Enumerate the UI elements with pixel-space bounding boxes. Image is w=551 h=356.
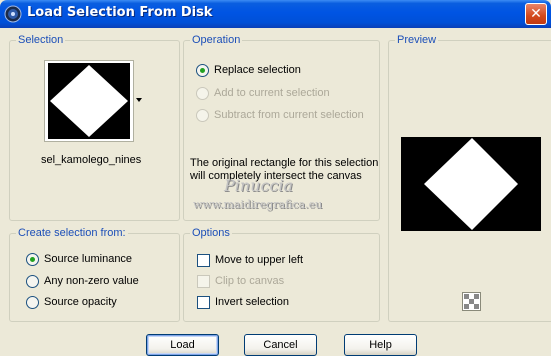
- chevron-down-icon[interactable]: [136, 98, 142, 102]
- psp-app-icon: [4, 5, 22, 23]
- watermark-name: Pinuccia: [224, 176, 294, 195]
- checkbox-label: Move to upper left: [215, 254, 304, 266]
- invert-selection-checkbox[interactable]: Invert selection: [197, 294, 289, 310]
- source-luminance-radio[interactable]: Source luminance: [26, 251, 132, 267]
- preview-image: [401, 137, 541, 231]
- checkbox-label: Clip to canvas: [215, 275, 285, 287]
- clip-to-canvas-checkbox[interactable]: Clip to canvas: [197, 273, 284, 289]
- help-button[interactable]: Help: [344, 334, 417, 356]
- radio-button[interactable]: [196, 63, 209, 77]
- radio-label: Subtract from current selection: [214, 109, 364, 121]
- radio-button[interactable]: [196, 86, 209, 100]
- preview-group-label: Preview: [395, 34, 439, 47]
- radio-button[interactable]: [196, 108, 209, 122]
- selection-thumbnail[interactable]: [44, 60, 134, 142]
- title-bar[interactable]: Load Selection From Disk ✕: [0, 0, 551, 28]
- diamond-preview-image: [424, 138, 518, 230]
- source-opacity-radio[interactable]: Source opacity: [26, 294, 117, 310]
- radio-label: Add to current selection: [214, 87, 330, 99]
- radio-button[interactable]: [26, 274, 39, 288]
- selection-group-label: Selection: [16, 34, 66, 47]
- close-icon: ✕: [530, 6, 542, 22]
- create-selection-group-label: Create selection from:: [16, 227, 128, 240]
- radio-label: Source luminance: [44, 253, 133, 265]
- subtract-from-selection-radio[interactable]: Subtract from current selection: [196, 107, 364, 123]
- radio-button[interactable]: [26, 295, 39, 309]
- close-button[interactable]: ✕: [525, 3, 547, 25]
- checkbox[interactable]: [197, 253, 210, 267]
- checkbox[interactable]: [197, 295, 210, 309]
- move-to-upper-left-checkbox[interactable]: Move to upper left: [197, 252, 303, 268]
- watermark-url: www.maidiregrafica.eu: [193, 198, 323, 211]
- selection-file-name: sel_kamolego_nines: [41, 154, 142, 166]
- radio-label: Source opacity: [44, 296, 117, 308]
- diamond-thumbnail-image: [48, 63, 130, 139]
- cancel-button[interactable]: Cancel: [244, 334, 317, 356]
- radio-label: Any non-zero value: [44, 275, 139, 287]
- add-to-selection-radio[interactable]: Add to current selection: [196, 85, 330, 101]
- radio-button[interactable]: [26, 252, 39, 266]
- radio-label: Replace selection: [214, 64, 301, 76]
- window-title: Load Selection From Disk: [27, 5, 213, 20]
- options-group-label: Options: [190, 227, 232, 240]
- checkerboard-icon[interactable]: [462, 292, 481, 311]
- operation-group-label: Operation: [190, 34, 243, 47]
- checkbox-label: Invert selection: [215, 296, 289, 308]
- any-non-zero-value-radio[interactable]: Any non-zero value: [26, 273, 139, 289]
- replace-selection-radio[interactable]: Replace selection: [196, 62, 301, 78]
- checkbox[interactable]: [197, 274, 210, 288]
- load-button[interactable]: Load: [146, 334, 219, 356]
